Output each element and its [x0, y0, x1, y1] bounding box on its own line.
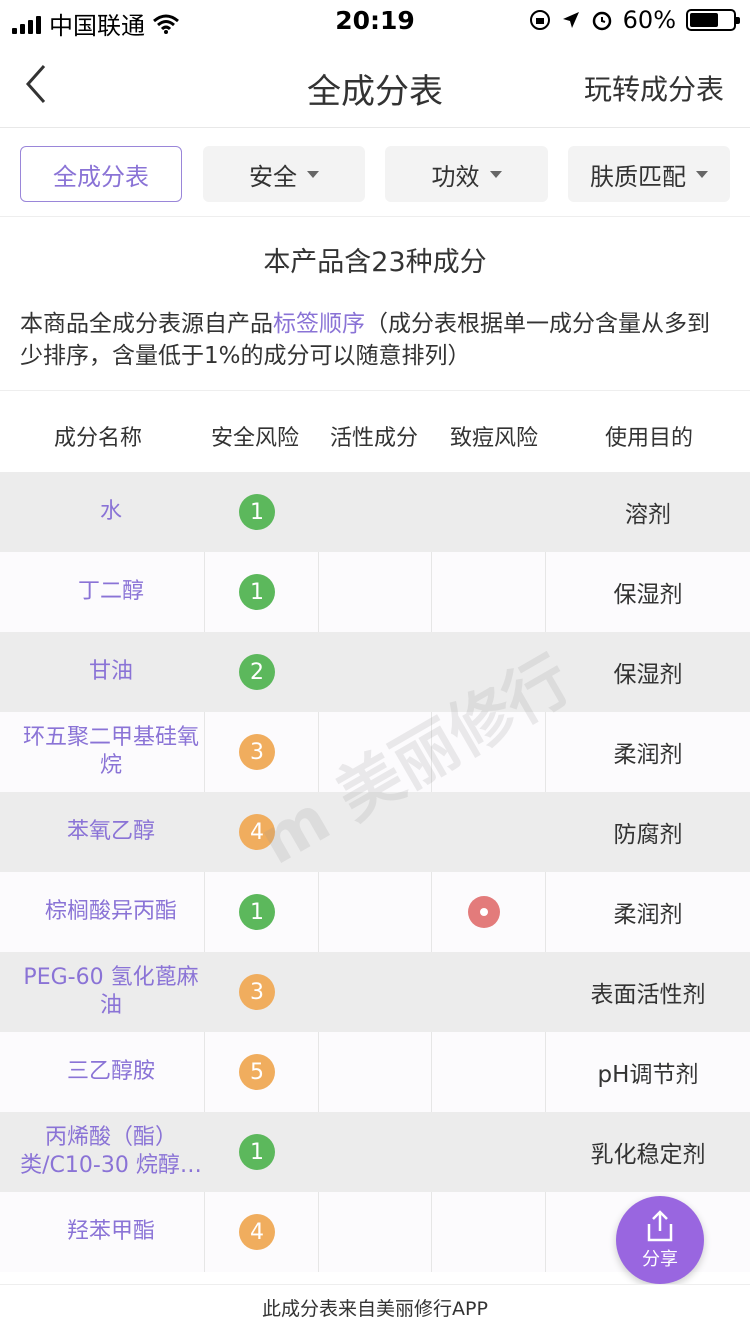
cell-divider — [318, 712, 319, 792]
tab-efficacy[interactable]: 功效 — [385, 146, 548, 202]
share-label: 分享 — [642, 1249, 678, 1270]
usage-purpose: 溶剂 — [625, 502, 671, 528]
dropdown-caret-icon — [489, 170, 502, 178]
status-bar: 中国联通 20:19 60% — [0, 0, 750, 40]
alarm-icon — [592, 11, 611, 31]
table-row[interactable]: PEG-60 氢化蓖麻油 3 表面活性剂 — [0, 952, 750, 1032]
header-safety: 安全风险 — [210, 426, 299, 451]
usage-purpose: 乳化稳定剂 — [590, 1142, 706, 1168]
desc-prefix: 本商品全成分表源自产品 — [20, 311, 273, 337]
ingredient-name[interactable]: 羟苯甲酯 — [18, 1192, 204, 1272]
safety-risk-badge: 3 — [239, 974, 275, 1010]
guide-link[interactable]: 玩转成分表 — [584, 68, 724, 108]
ingredient-name[interactable]: 三乙醇胺 — [18, 1032, 204, 1112]
ingredient-name[interactable]: 水 — [18, 472, 204, 552]
tab-skin-type[interactable]: 肤质匹配 — [568, 146, 730, 202]
label-order-link[interactable]: 标签顺序 — [273, 311, 365, 337]
cell-divider — [431, 872, 432, 952]
cell-divider — [204, 872, 205, 952]
rotation-lock-icon — [529, 10, 550, 30]
location-icon — [562, 12, 579, 28]
header-acne: 致痘风险 — [449, 426, 538, 451]
tab-label: 肤质匹配 — [590, 162, 686, 191]
divider — [0, 390, 750, 391]
ingredient-table: 水 1 溶剂 丁二醇 1 保湿剂 甘油 2 保湿剂 环五聚二甲基硅氧烷 3 柔润剂 苯氧乙醇 4 防腐剂 棕榈… — [0, 472, 750, 1272]
share-button[interactable]: 分享 — [616, 1196, 704, 1284]
usage-purpose: 防腐剂 — [613, 822, 683, 848]
safety-risk-badge: 5 — [239, 1054, 275, 1090]
cell-divider — [318, 1192, 319, 1272]
table-row[interactable]: 环五聚二甲基硅氧烷 3 柔润剂 — [0, 712, 750, 792]
safety-risk-badge: 1 — [239, 894, 275, 930]
safety-risk-badge: 4 — [239, 1214, 275, 1250]
ingredient-name[interactable]: 环五聚二甲基硅氧烷 — [18, 712, 204, 792]
divider — [0, 216, 750, 217]
ingredient-name[interactable]: 丙烯酸（酯）类/C10-30 烷醇… — [18, 1112, 204, 1192]
usage-purpose: 保湿剂 — [613, 582, 683, 608]
table-row[interactable]: 丙烯酸（酯）类/C10-30 烷醇… 1 乳化稳定剂 — [0, 1112, 750, 1192]
usage-purpose: 柔润剂 — [613, 742, 683, 768]
share-icon — [647, 1210, 673, 1242]
ingredient-name[interactable]: PEG-60 氢化蓖麻油 — [18, 952, 204, 1032]
cell-divider — [318, 872, 319, 952]
table-row[interactable]: 苯氧乙醇 4 防腐剂 — [0, 792, 750, 872]
cell-divider — [204, 1192, 205, 1272]
header-purpose: 使用目的 — [604, 426, 693, 451]
usage-purpose: 表面活性剂 — [590, 982, 706, 1008]
battery-percent: 60% — [622, 6, 676, 34]
table-row[interactable]: 棕榈酸异丙酯 1 柔润剂 — [0, 872, 750, 952]
nav-bar: 全成分表 玩转成分表 — [0, 40, 750, 128]
source-description: 本商品全成分表源自产品标签顺序（成分表根据单一成分含量从多到少排序，含量低于1%… — [20, 308, 730, 372]
safety-risk-badge: 4 — [239, 814, 275, 850]
ingredient-name[interactable]: 苯氧乙醇 — [18, 792, 204, 872]
cell-divider — [204, 712, 205, 792]
cell-divider — [204, 1032, 205, 1112]
ingredient-name[interactable]: 丁二醇 — [18, 552, 204, 632]
table-row[interactable]: 甘油 2 保湿剂 — [0, 632, 750, 712]
dropdown-caret-icon — [696, 170, 708, 178]
safety-risk-badge: 1 — [239, 1134, 275, 1170]
cell-divider — [318, 1032, 319, 1112]
table-header: 成分名称 安全风险 活性成分 致痘风险 使用目的 — [0, 392, 750, 472]
tab-label: 功效 — [431, 162, 480, 191]
tab-label: 安全 — [249, 162, 297, 191]
cell-divider — [318, 552, 319, 632]
filter-tabs: 全成分表 安全 功效 肤质匹配 — [20, 146, 732, 202]
cell-divider — [431, 712, 432, 792]
cell-divider — [431, 1192, 432, 1272]
safety-risk-badge: 2 — [239, 654, 275, 690]
usage-purpose: 保湿剂 — [613, 662, 683, 688]
cell-divider — [431, 1032, 432, 1112]
ingredient-count: 本产品含23种成分 — [263, 247, 487, 278]
safety-risk-badge: 1 — [239, 494, 275, 530]
table-row[interactable]: 水 1 溶剂 — [0, 472, 750, 552]
usage-purpose: pH调节剂 — [597, 1062, 699, 1088]
header-active: 活性成分 — [329, 426, 418, 451]
dropdown-caret-icon — [307, 170, 319, 178]
tab-label: 全成分表 — [53, 162, 149, 191]
tab-all-ingredients[interactable]: 全成分表 — [20, 146, 182, 202]
cell-divider — [431, 552, 432, 632]
safety-risk-badge: 1 — [239, 574, 275, 610]
ingredient-name[interactable]: 棕榈酸异丙酯 — [18, 872, 204, 952]
safety-risk-badge: 3 — [239, 734, 275, 770]
table-row[interactable]: 丁二醇 1 保湿剂 — [0, 552, 750, 632]
battery-icon — [686, 9, 740, 31]
acne-risk-icon — [468, 896, 500, 928]
cell-divider — [204, 552, 205, 632]
footer-source: 此成分表来自美丽修行APP — [0, 1284, 750, 1334]
header-name: 成分名称 — [53, 426, 142, 451]
table-row[interactable]: 三乙醇胺 5 pH调节剂 — [0, 1032, 750, 1112]
usage-purpose: 柔润剂 — [613, 902, 683, 928]
status-right: 60% — [529, 6, 740, 34]
tab-safety[interactable]: 安全 — [203, 146, 365, 202]
ingredient-name[interactable]: 甘油 — [18, 632, 204, 712]
